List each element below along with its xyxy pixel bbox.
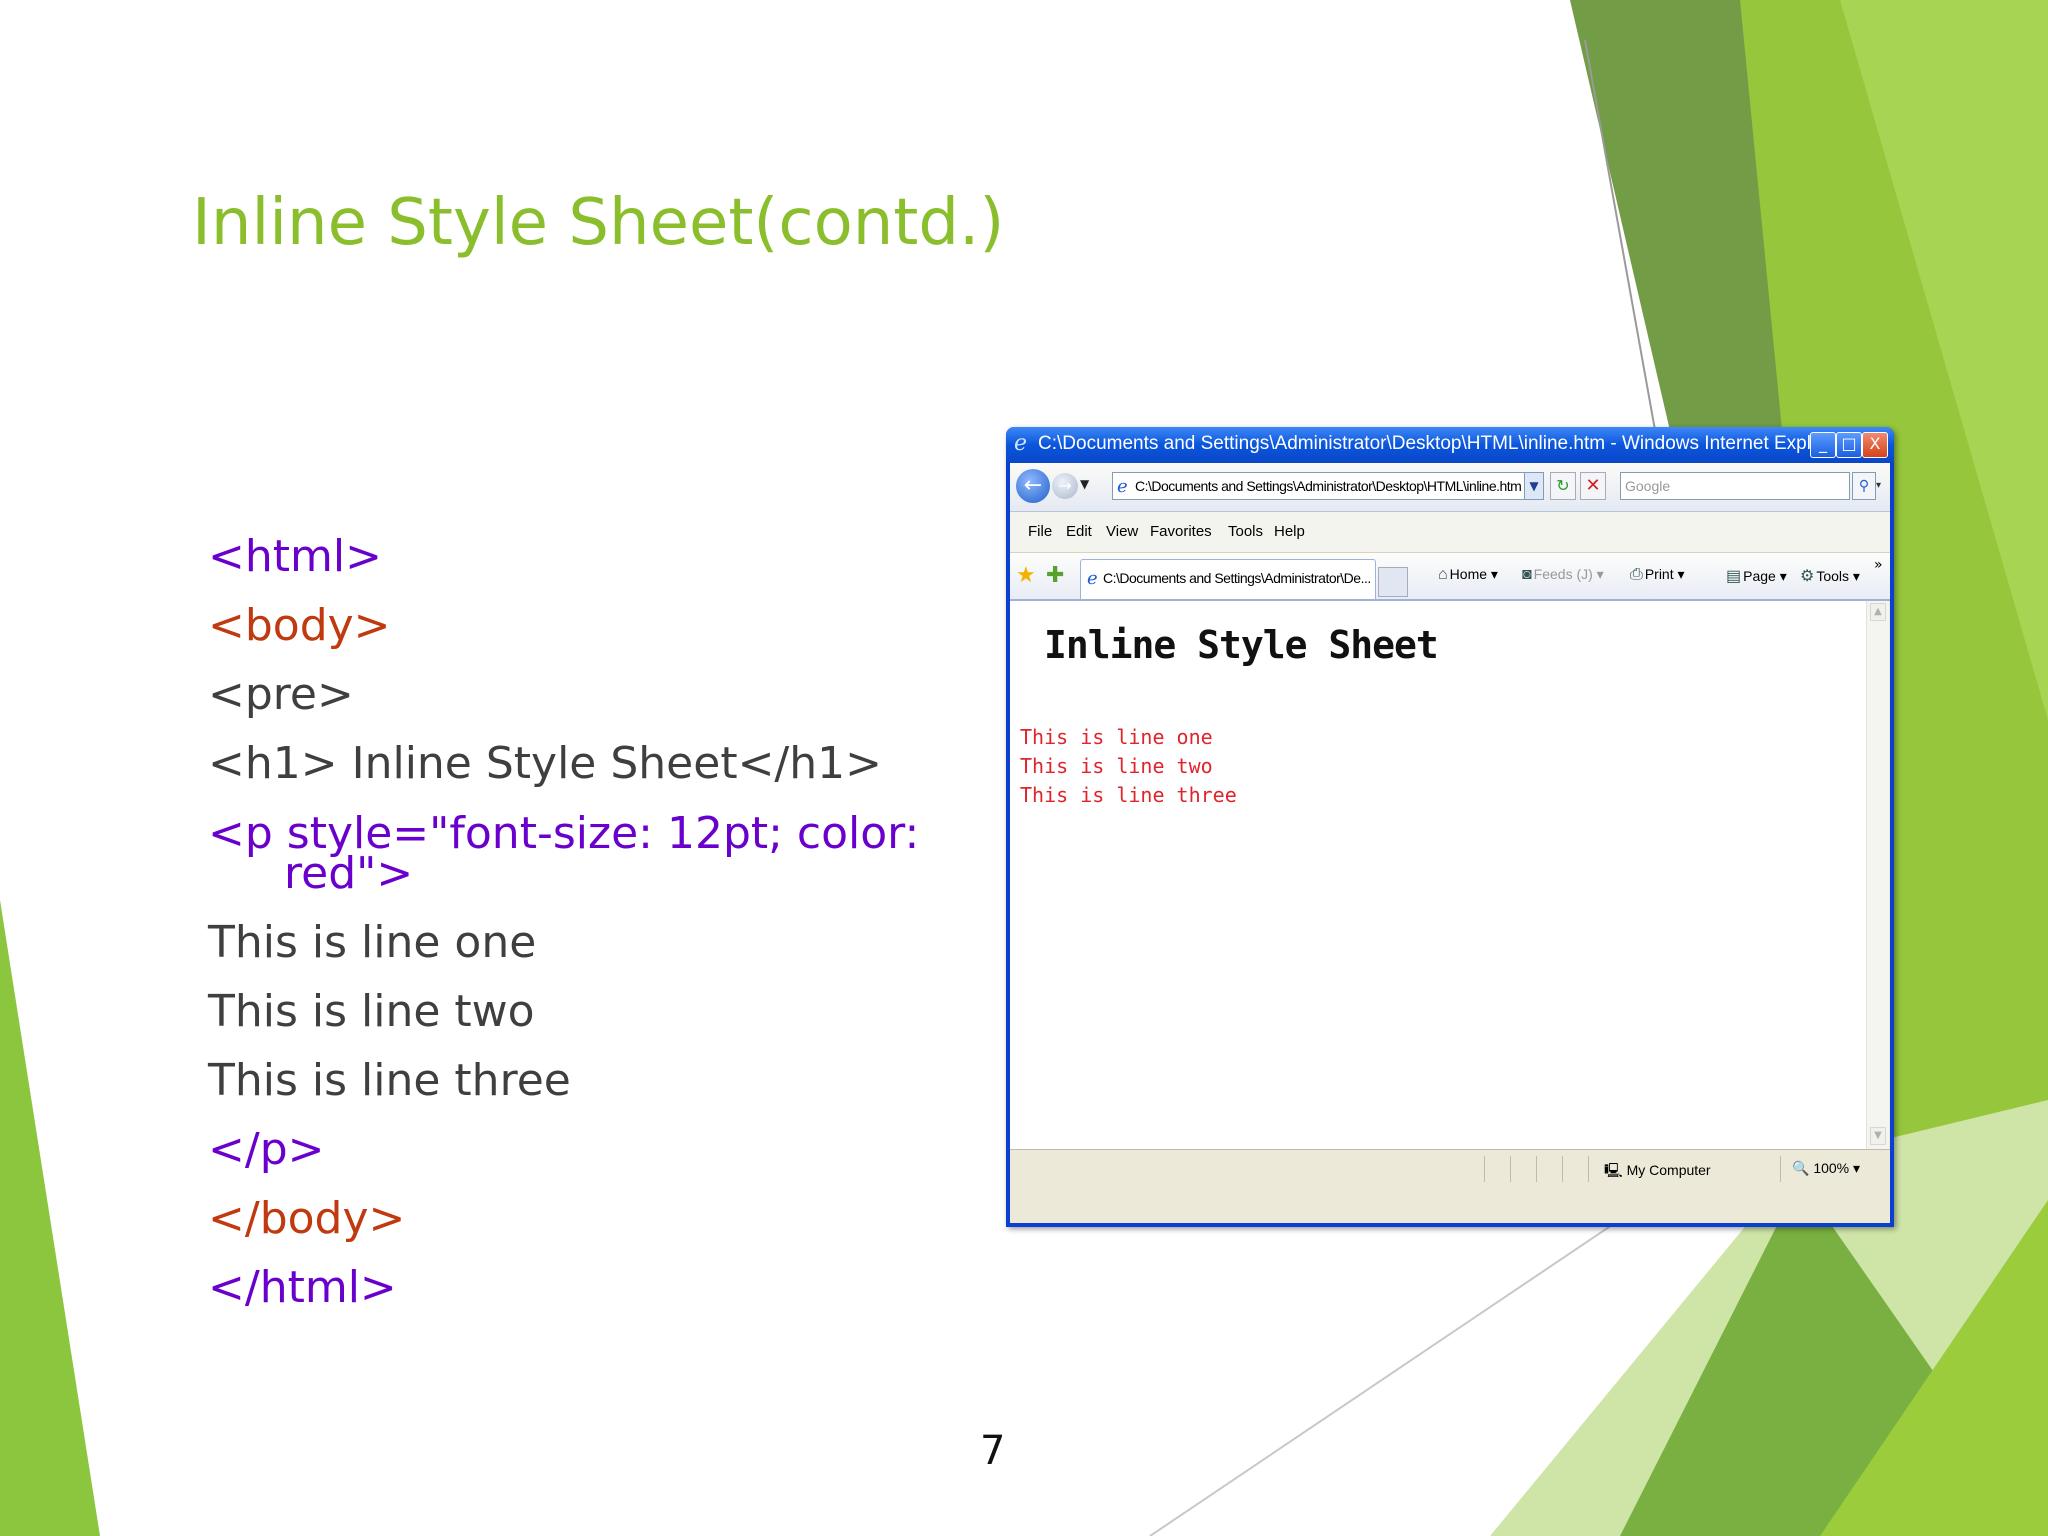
vertical-scrollbar[interactable]: ▲ ▼: [1866, 601, 1889, 1149]
code-line-body-open: <body>: [208, 600, 391, 651]
menu-tools[interactable]: Tools: [1228, 523, 1263, 540]
scroll-down-icon[interactable]: ▼: [1870, 1127, 1886, 1145]
slide-page-number: 7: [980, 1428, 1006, 1474]
tab-command-bar: ★ ✚ e C:\Documents and Settings\Administ…: [1010, 553, 1890, 601]
page-line-three: This is line three: [1020, 783, 1237, 807]
browser-window: e C:\Documents and Settings\Administrato…: [1006, 427, 1894, 1227]
page-line-one: This is line one: [1020, 725, 1213, 749]
slide-title: Inline Style Sheet(contd.): [192, 186, 1005, 260]
zoom-icon: 🔍: [1792, 1160, 1810, 1176]
page-paragraph: This is line one This is line two This is …: [1020, 723, 1237, 810]
search-input[interactable]: Google: [1620, 472, 1850, 500]
status-divider: [1510, 1156, 1511, 1182]
menu-edit[interactable]: Edit: [1066, 523, 1092, 540]
tab-label: C:\Documents and Settings\Administrator\…: [1103, 570, 1371, 586]
favorites-star-icon[interactable]: ★: [1016, 563, 1036, 588]
menu-favorites[interactable]: Favorites: [1150, 523, 1212, 540]
status-divider: [1562, 1156, 1563, 1182]
menu-bar: File Edit View Favorites Tools Help: [1010, 512, 1890, 553]
left-green-triangle: [0, 900, 100, 1536]
address-dropdown-icon[interactable]: ▼: [1524, 472, 1544, 500]
print-icon: ⎙: [1630, 566, 1643, 583]
code-listing: <html> <body> <pre> <h1> Inline Style Sh…: [208, 522, 948, 1322]
status-divider: [1484, 1156, 1485, 1182]
tools-label: Tools: [1816, 568, 1850, 584]
zoom-control[interactable]: 🔍 100% ▾: [1792, 1160, 1860, 1177]
security-zone: 🖳 My Computer: [1604, 1160, 1711, 1184]
ie-page-icon: e: [1117, 476, 1128, 497]
tab-current-page[interactable]: e C:\Documents and Settings\Administrato…: [1080, 559, 1376, 599]
search-placeholder: Google: [1625, 478, 1671, 494]
refresh-icon[interactable]: ↻: [1550, 472, 1576, 500]
status-bar: 🖳 My Computer 🔍 100% ▾: [1010, 1149, 1890, 1190]
browser-body: ← → ▼ e C:\Documents and Settings\Admini…: [1010, 463, 1890, 1223]
code-line-html-open: <html>: [208, 531, 382, 582]
feeds-icon: ◙: [1522, 566, 1532, 583]
minimize-button[interactable]: _: [1810, 432, 1836, 458]
feeds-label: Feeds (J): [1533, 566, 1593, 582]
computer-icon: 🖳: [1604, 1162, 1623, 1178]
print-label: Print: [1644, 566, 1674, 582]
new-tab-button[interactable]: [1378, 567, 1408, 597]
add-favorites-icon[interactable]: ✚: [1046, 563, 1064, 588]
tools-gear-icon: ⚙: [1800, 568, 1815, 585]
history-dropdown-icon[interactable]: ▼: [1080, 477, 1089, 491]
page-viewport: Inline Style Sheet This is line one This …: [1010, 601, 1866, 1149]
code-line-three: This is line three: [208, 1055, 571, 1106]
zoom-label: 100%: [1813, 1160, 1850, 1176]
maximize-button[interactable]: □: [1836, 432, 1862, 458]
search-options-icon[interactable]: ▾: [1876, 472, 1888, 500]
address-text: C:\Documents and Settings\Administrator\…: [1135, 478, 1522, 494]
code-line-body-close: </body>: [208, 1193, 406, 1244]
home-icon: ⌂: [1438, 566, 1448, 583]
feeds-button[interactable]: ◙ Feeds (J) ▾: [1522, 566, 1604, 584]
page-button[interactable]: ▤ Page ▾: [1726, 566, 1787, 586]
tools-button[interactable]: ⚙ Tools ▾: [1800, 566, 1860, 586]
status-divider: [1780, 1156, 1781, 1182]
home-label: Home: [1449, 566, 1488, 582]
browser-title: C:\Documents and Settings\Administrator\…: [1038, 433, 1845, 454]
print-button[interactable]: ⎙ Print ▾: [1630, 566, 1685, 584]
ie-logo-icon: e: [1014, 431, 1028, 456]
address-toolbar: ← → ▼ e C:\Documents and Settings\Admini…: [1010, 463, 1890, 512]
menu-help[interactable]: Help: [1274, 523, 1305, 540]
code-line-p-close: </p>: [208, 1124, 325, 1175]
menu-view[interactable]: View: [1106, 523, 1138, 540]
ie-tab-icon: e: [1087, 568, 1098, 589]
page-icon: ▤: [1726, 568, 1742, 585]
page-label: Page: [1743, 568, 1776, 584]
back-icon[interactable]: ←: [1016, 469, 1050, 503]
stop-icon[interactable]: ✕: [1580, 472, 1606, 500]
page-heading: Inline Style Sheet: [1044, 623, 1439, 667]
zone-label: My Computer: [1626, 1162, 1711, 1178]
code-line-html-close: </html>: [208, 1262, 397, 1313]
forward-icon[interactable]: →: [1052, 473, 1078, 499]
code-line-pre-open: <pre>: [208, 669, 354, 720]
code-line-one: This is line one: [208, 917, 537, 968]
address-input[interactable]: e C:\Documents and Settings\Administrato…: [1112, 472, 1530, 500]
code-line-two: This is line two: [208, 986, 535, 1037]
close-button[interactable]: X: [1862, 432, 1888, 458]
menu-file[interactable]: File: [1028, 523, 1052, 540]
code-line-p-style-text: <p style="font-size: 12pt; color: red">: [208, 808, 920, 899]
status-divider: [1588, 1156, 1589, 1182]
browser-titlebar[interactable]: e C:\Documents and Settings\Administrato…: [1006, 427, 1894, 463]
search-icon[interactable]: ⚲: [1852, 472, 1876, 500]
scroll-up-icon[interactable]: ▲: [1870, 603, 1886, 621]
code-line-h1: <h1> Inline Style Sheet</h1>: [208, 738, 883, 789]
code-line-p-style: <p style="font-size: 12pt; color: red">: [208, 798, 948, 908]
more-commands-icon[interactable]: »: [1874, 557, 1883, 573]
page-line-two: This is line two: [1020, 754, 1213, 778]
home-button[interactable]: ⌂ Home ▾: [1438, 566, 1498, 584]
status-divider: [1536, 1156, 1537, 1182]
